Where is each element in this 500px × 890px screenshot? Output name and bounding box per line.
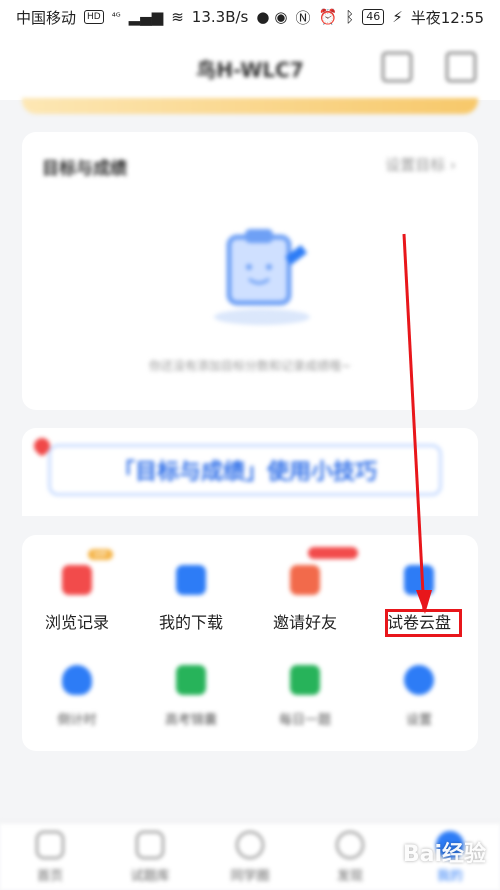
card-icon[interactable]	[382, 52, 412, 82]
app-header: 鸟H-WLC7	[0, 34, 500, 100]
page-title: 鸟H-WLC7	[196, 58, 304, 82]
speed-label: 13.3B/s	[191, 8, 249, 26]
nav-discover[interactable]: 发现	[310, 831, 390, 884]
tool-my-downloads[interactable]: 我的下载	[136, 565, 246, 633]
network-icon: ⁴ᴳ	[111, 11, 121, 23]
tips-banner-label: 「目标与成绩」使用小技巧	[48, 444, 442, 496]
eye-icon: ◉	[274, 8, 288, 26]
bluetooth-icon: ᛒ	[345, 8, 355, 26]
tool-daily-question[interactable]: 每日一题	[250, 665, 360, 728]
battery-icon: 46	[362, 9, 385, 25]
tips-banner[interactable]: 「目标与成绩」使用小技巧	[22, 428, 478, 516]
nav-label: 发现	[336, 869, 363, 884]
wifi-icon: ≋	[171, 8, 184, 26]
bag-icon	[176, 665, 206, 695]
clipboard-icon	[214, 229, 310, 325]
highlight-box	[385, 609, 462, 637]
tool-label: 高考锦囊	[164, 713, 217, 728]
nav-label: 首页	[36, 869, 63, 884]
time-label: 半夜12:55	[410, 8, 484, 27]
compass-icon	[336, 831, 364, 859]
tool-settings[interactable]: 设置	[364, 665, 474, 728]
nfc-icon: Ⓝ	[295, 8, 311, 27]
charging-icon: ⚡	[392, 8, 403, 26]
countdown-icon	[62, 665, 92, 695]
tool-browse-history[interactable]: 浏览记录	[22, 565, 132, 633]
gear-icon	[404, 665, 434, 695]
picture-icon	[290, 665, 320, 695]
tool-exam-tips[interactable]: 高考锦囊	[136, 665, 246, 728]
tool-label: 邀请好友	[272, 613, 337, 632]
goal-card-title: 目标与成绩	[42, 159, 127, 179]
alarm-icon: ⏰	[318, 8, 338, 26]
set-goal-link[interactable]: 设置目标 ›	[385, 154, 456, 175]
qq-icon: ●	[256, 8, 270, 26]
tool-invite-friends[interactable]: 邀请好友	[250, 565, 360, 633]
mail-icon[interactable]	[446, 52, 476, 82]
tools-grid: 浏览记录 VIP 我的下载 邀请好友 试卷云盘 倒计时 高考锦囊 每日一题 设置	[22, 535, 478, 751]
goal-card: 目标与成绩 设置目标 › 你还没有添加目标分数和记录成绩哦~	[22, 132, 478, 410]
carrier-label: 中国移动	[16, 8, 77, 27]
status-bar: 中国移动 HD ⁴ᴳ ▂▄▆ ≋ 13.3B/s ● ◉ Ⓝ ⏰ ᛒ 46 ⚡ …	[0, 0, 500, 34]
tool-label: 浏览记录	[44, 613, 109, 632]
nav-label: 试题库	[130, 869, 170, 884]
cloud-disk-icon	[404, 565, 434, 595]
tool-label: 我的下载	[158, 613, 223, 632]
tool-label: 设置	[405, 713, 432, 728]
gift-icon	[290, 565, 320, 595]
history-icon	[62, 565, 92, 595]
nav-classmates[interactable]: 同学圈	[210, 831, 290, 884]
classmates-icon	[236, 831, 264, 859]
hd-icon: HD	[84, 10, 104, 24]
tool-label: 每日一题	[278, 713, 331, 728]
home-icon	[36, 831, 64, 859]
signal-icon: ▂▄▆	[128, 8, 164, 26]
nav-label: 同学圈	[230, 869, 270, 884]
tool-label: 倒计时	[57, 713, 97, 728]
download-icon	[176, 565, 206, 595]
nav-question-bank[interactable]: 试题库	[110, 831, 190, 884]
question-bank-icon	[136, 831, 164, 859]
nav-home[interactable]: 首页	[10, 831, 90, 884]
badge: VIP	[88, 549, 113, 560]
badge	[308, 547, 358, 559]
watermark-logo: Bai经验	[402, 842, 486, 867]
empty-state-text: 你还没有添加目标分数和记录成绩哦~	[148, 359, 352, 373]
tool-countdown[interactable]: 倒计时	[22, 665, 132, 728]
vip-banner[interactable]	[22, 98, 478, 114]
